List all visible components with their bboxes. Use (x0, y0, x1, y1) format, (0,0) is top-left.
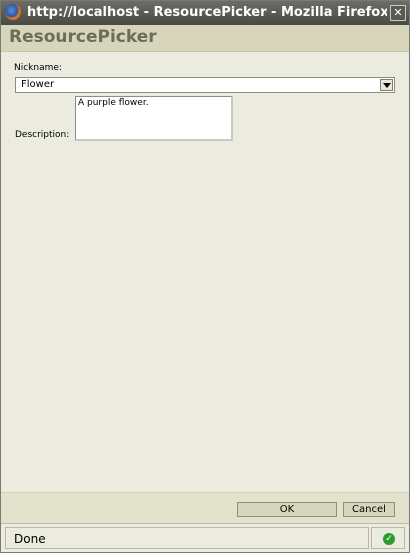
chevron-down-icon[interactable] (380, 79, 393, 91)
description-field[interactable]: A purple flower. (75, 96, 233, 141)
check-icon: ✓ (383, 533, 395, 545)
dialog-footer: OK Cancel (1, 493, 409, 523)
security-panel[interactable]: ✓ (371, 527, 405, 549)
page-header: ResourcePicker (1, 25, 409, 52)
status-text: Done (14, 532, 46, 546)
description-label: Description: (15, 130, 70, 140)
browser-window: http://localhost - ResourcePicker - Mozi… (0, 0, 410, 553)
cancel-button[interactable]: Cancel (343, 502, 395, 517)
status-panel: Done (5, 527, 369, 549)
firefox-icon (5, 4, 21, 20)
nickname-select[interactable]: Flower (15, 77, 395, 93)
form-content: Nickname: Flower Description: A purple f… (1, 52, 409, 492)
page-title: ResourcePicker (9, 27, 157, 47)
nickname-selected-value: Flower (21, 79, 55, 90)
window-titlebar[interactable]: http://localhost - ResourcePicker - Mozi… (1, 1, 409, 25)
nickname-label: Nickname: (14, 63, 62, 73)
ok-button[interactable]: OK (237, 502, 337, 517)
status-bar: Done ✓ (1, 523, 409, 552)
close-icon[interactable]: ✕ (390, 5, 406, 21)
window-title: http://localhost - ResourcePicker - Mozi… (27, 5, 387, 20)
